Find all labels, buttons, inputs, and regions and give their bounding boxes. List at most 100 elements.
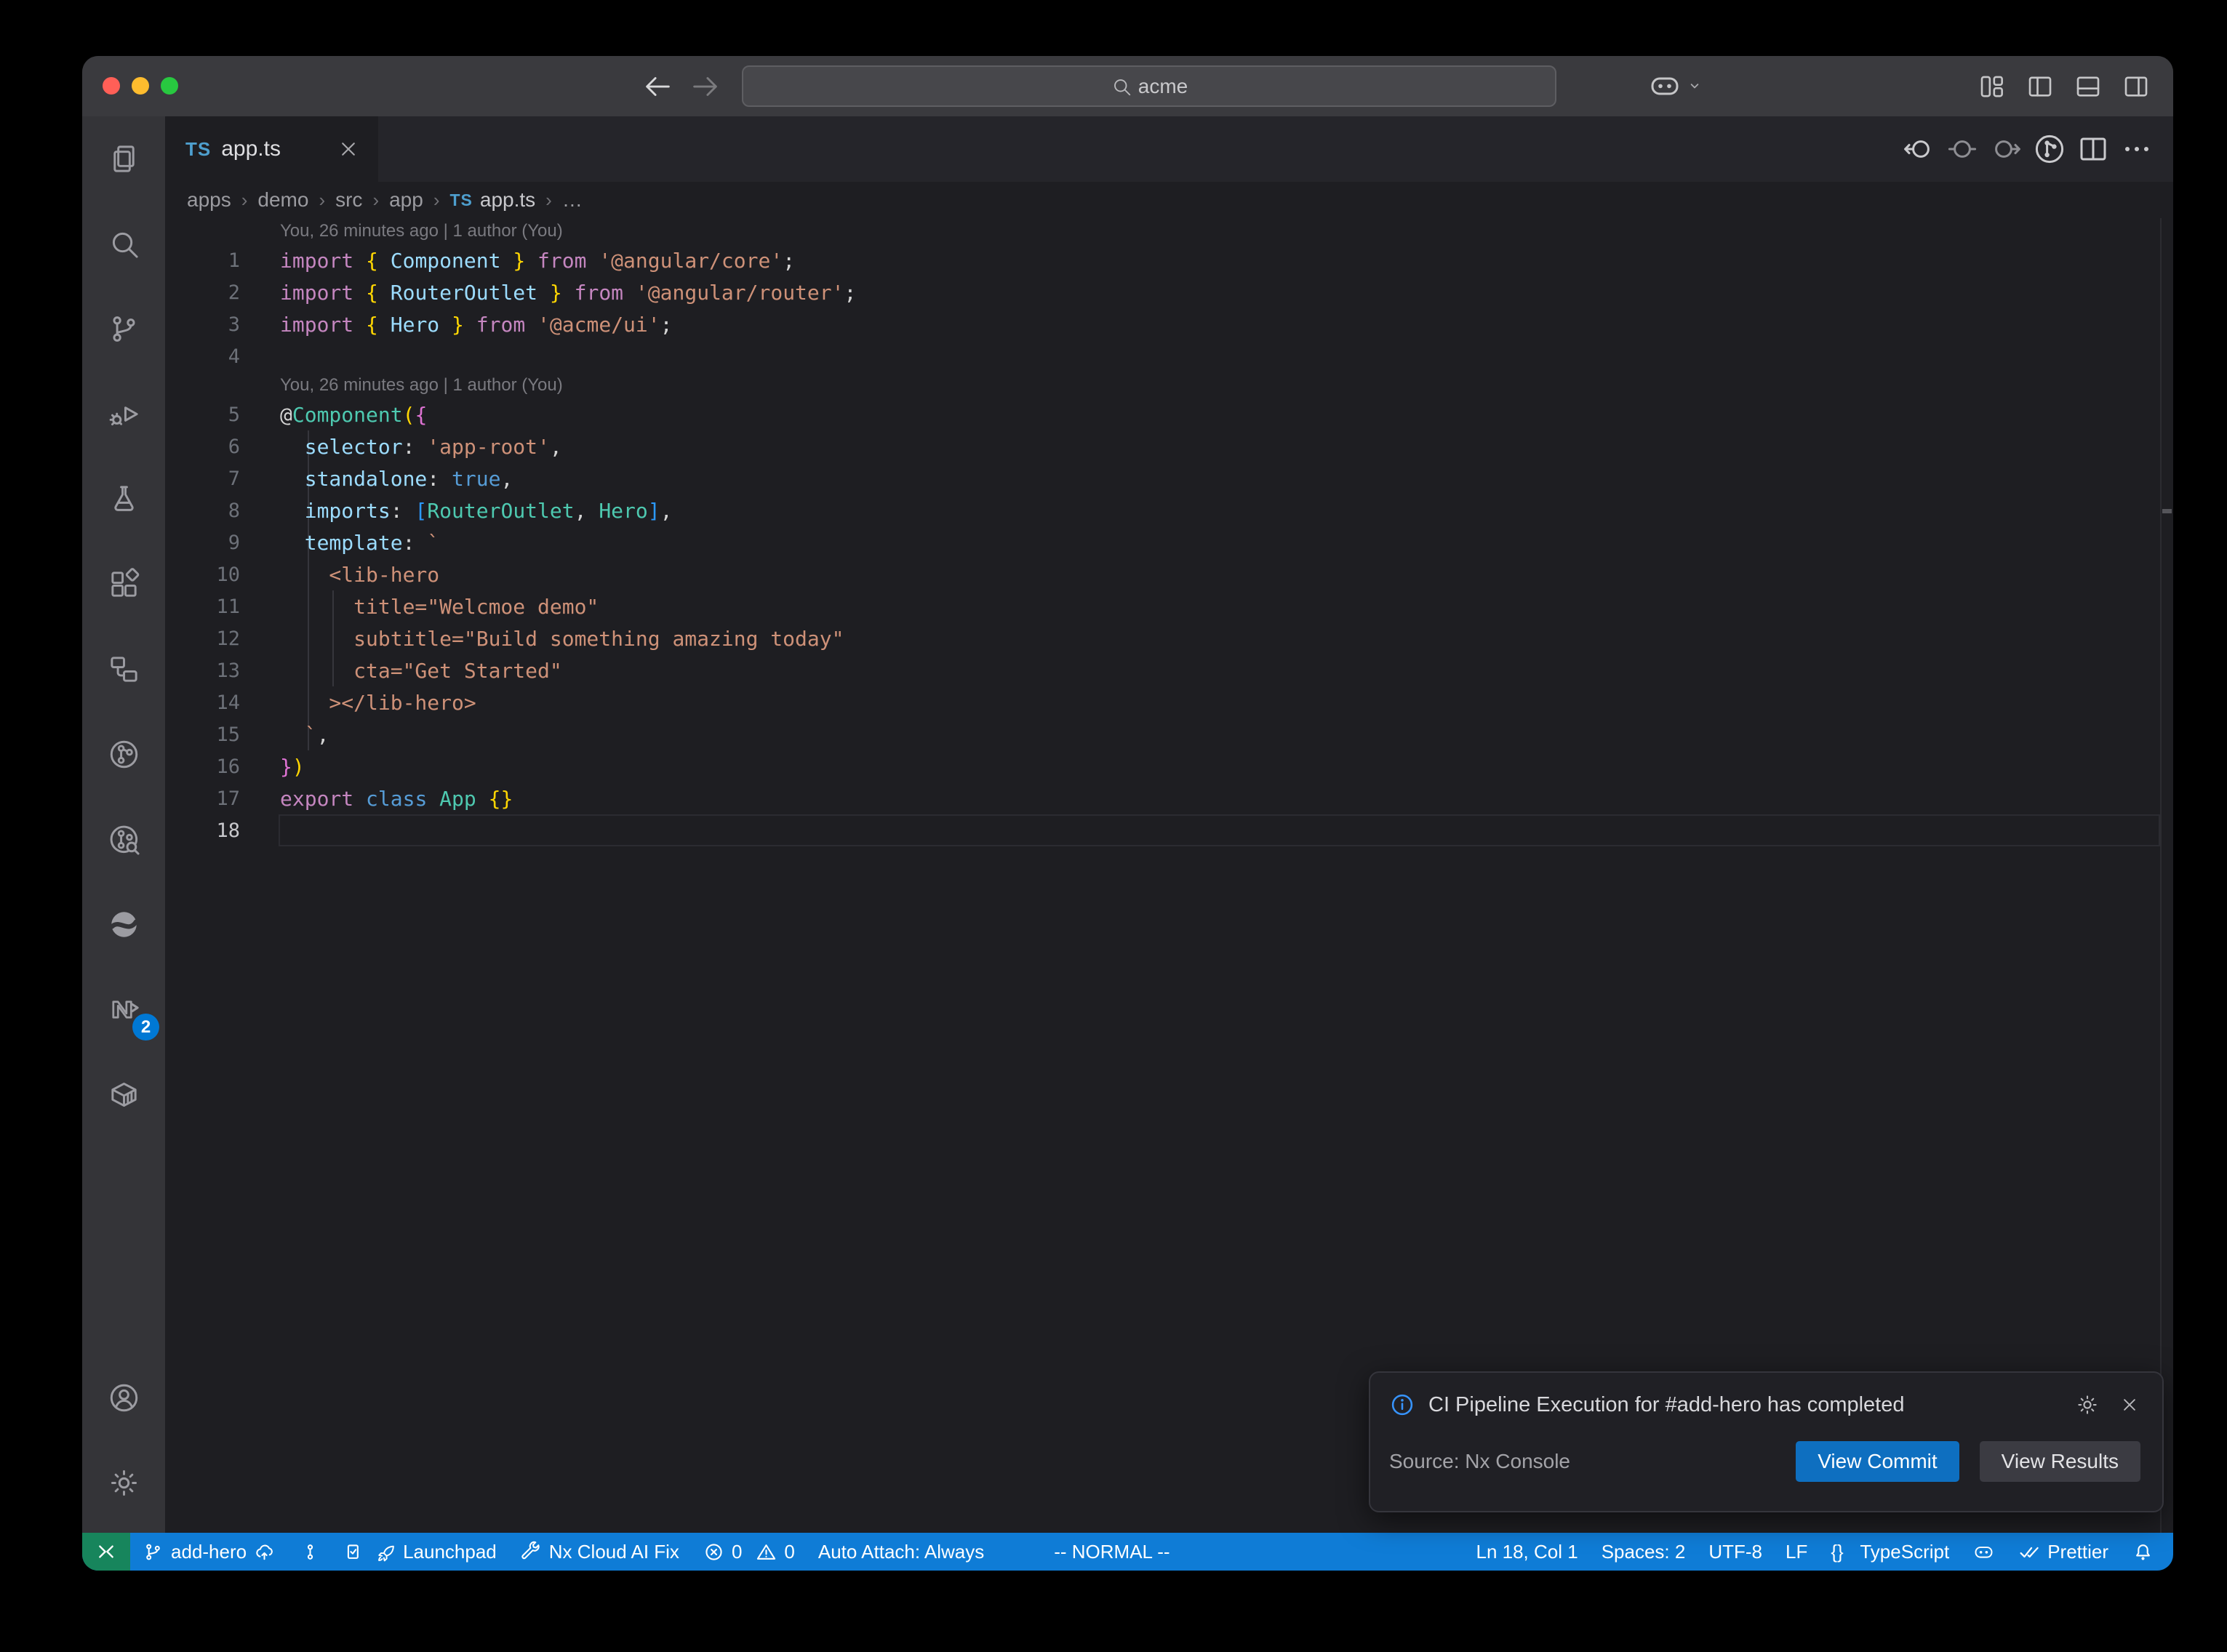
editor-scrollbar[interactable] xyxy=(2160,218,2173,1533)
customize-layout-icon[interactable] xyxy=(1977,71,2007,102)
code-line-2[interactable]: 2import { RouterOutlet } from '@angular/… xyxy=(165,276,2173,308)
activity-run-debug[interactable] xyxy=(82,372,165,457)
status-branch[interactable]: add-hero xyxy=(130,1533,287,1571)
activity-dev-container[interactable] xyxy=(82,1052,165,1137)
status-label: add-hero xyxy=(171,1541,247,1563)
previous-change-icon[interactable] xyxy=(1901,132,1936,167)
activity-nx-cloud[interactable] xyxy=(82,882,165,967)
code-line-5[interactable]: 5@Component({ xyxy=(165,398,2173,430)
status-notifications[interactable] xyxy=(2120,1533,2166,1571)
code-line-7[interactable]: 7 standalone: true, xyxy=(165,462,2173,494)
code-line-10[interactable]: 10 <lib-hero xyxy=(165,558,2173,590)
gitlens-inspect-icon xyxy=(107,822,141,857)
chevron-right-icon: › xyxy=(231,189,258,212)
account-icon xyxy=(107,1381,141,1415)
tab-app-ts[interactable]: TS app.ts xyxy=(165,116,378,182)
status-warnings[interactable]: 0 xyxy=(753,1533,806,1571)
go-forward-icon[interactable] xyxy=(689,70,722,103)
breadcrumb-more[interactable]: … xyxy=(562,188,583,212)
code-line-6[interactable]: 6 selector: 'app-root', xyxy=(165,430,2173,462)
change-icon[interactable] xyxy=(1945,132,1980,167)
code-line-15[interactable]: 15 `, xyxy=(165,718,2173,750)
status-eol[interactable]: LF xyxy=(1774,1533,1819,1571)
code-line-8[interactable]: 8 imports: [RouterOutlet, Hero], xyxy=(165,494,2173,526)
code-line-17[interactable]: 17export class App {} xyxy=(165,782,2173,814)
blame-annotation[interactable]: You, 26 minutes ago | 1 author (You) xyxy=(165,218,2173,244)
layout-panel-icon[interactable] xyxy=(2073,71,2103,102)
more-actions-icon[interactable] xyxy=(2119,132,2154,167)
status-prettier[interactable]: Prettier xyxy=(2007,1533,2120,1571)
status-cursor-position[interactable]: Ln 18, Col 1 xyxy=(1464,1533,1589,1571)
breadcrumb-item[interactable]: demo xyxy=(257,188,308,212)
next-change-icon[interactable] xyxy=(1988,132,2023,167)
code-text: ></lib-hero> xyxy=(280,691,476,715)
activity-gitlens-inspect[interactable] xyxy=(82,797,165,882)
typescript-file-icon: TS xyxy=(185,138,211,161)
go-back-icon[interactable] xyxy=(641,70,674,103)
breadcrumb-item[interactable]: src xyxy=(335,188,362,212)
breadcrumb-file[interactable]: app.ts xyxy=(480,188,535,212)
activity-search[interactable] xyxy=(82,201,165,286)
nx-graph-icon[interactable] xyxy=(2032,132,2067,167)
code-line-4[interactable]: 4 xyxy=(165,340,2173,372)
close-window-button[interactable] xyxy=(103,77,120,95)
activity-nx-console[interactable]: 2 xyxy=(82,967,165,1052)
status-vim-mode[interactable]: -- NORMAL -- xyxy=(1042,1533,1181,1571)
status-auto-attach[interactable]: Auto Attach: Always xyxy=(807,1533,996,1571)
activity-extensions[interactable] xyxy=(82,542,165,627)
vscode-window: acme 2 TS app.ts apps›dem xyxy=(82,56,2173,1571)
close-tab-icon[interactable] xyxy=(336,137,361,161)
notification-settings-icon[interactable] xyxy=(2075,1392,2100,1417)
code-text: selector: 'app-root', xyxy=(280,435,562,459)
chevron-right-icon: › xyxy=(362,189,389,212)
status-launchpad[interactable]: Launchpad xyxy=(333,1533,508,1571)
code-editor[interactable]: You, 26 minutes ago | 1 author (You)1imp… xyxy=(165,218,2173,1533)
remote-icon xyxy=(95,1540,118,1563)
copilot-menu[interactable] xyxy=(1647,68,1706,103)
code-line-11[interactable]: 11 title="Welcmoe demo" xyxy=(165,590,2173,622)
activity-testing[interactable] xyxy=(82,457,165,542)
command-center-search[interactable]: acme xyxy=(742,65,1556,107)
status-nx-cloud-ai-fix[interactable]: Nx Cloud AI Fix xyxy=(508,1533,691,1571)
status-encoding[interactable]: UTF-8 xyxy=(1697,1533,1774,1571)
maximize-window-button[interactable] xyxy=(161,77,178,95)
split-editor-icon[interactable] xyxy=(2076,132,2111,167)
dev-container-icon xyxy=(107,1078,141,1112)
code-line-16[interactable]: 16}) xyxy=(165,750,2173,782)
status-indentation[interactable]: Spaces: 2 xyxy=(1590,1533,1698,1571)
breadcrumb-item[interactable]: app xyxy=(389,188,423,212)
code-line-1[interactable]: 1import { Component } from '@angular/cor… xyxy=(165,244,2173,276)
activity-explorer[interactable] xyxy=(82,116,165,201)
remote-indicator[interactable] xyxy=(82,1533,130,1571)
code-text: standalone: true, xyxy=(280,467,513,491)
activity-account[interactable] xyxy=(82,1355,165,1440)
code-line-3[interactable]: 3import { Hero } from '@acme/ui'; xyxy=(165,308,2173,340)
code-line-12[interactable]: 12 subtitle="Build something amazing tod… xyxy=(165,622,2173,654)
status-copilot-status[interactable] xyxy=(1961,1533,2007,1571)
view-results-button[interactable]: View Results xyxy=(1980,1441,2140,1482)
close-notification-icon[interactable] xyxy=(2119,1394,2140,1416)
status-errors[interactable]: 0 xyxy=(691,1533,753,1571)
status-commit-graph[interactable] xyxy=(287,1533,333,1571)
activity-gitlens[interactable] xyxy=(82,712,165,797)
window-controls xyxy=(103,77,178,95)
activity-settings[interactable] xyxy=(82,1440,165,1525)
code-line-14[interactable]: 14 ></lib-hero> xyxy=(165,686,2173,718)
minimize-window-button[interactable] xyxy=(132,77,149,95)
code-line-9[interactable]: 9 template: ` xyxy=(165,526,2173,558)
layout-sidebar-right-icon[interactable] xyxy=(2121,71,2151,102)
code-line-18[interactable]: 18 xyxy=(165,814,2173,846)
layout-sidebar-left-icon[interactable] xyxy=(2025,71,2055,102)
code-line-13[interactable]: 13 cta="Get Started" xyxy=(165,654,2173,686)
view-commit-button[interactable]: View Commit xyxy=(1796,1441,1959,1482)
line-number: 6 xyxy=(165,436,240,458)
status-language-mode[interactable]: {}TypeScript xyxy=(1819,1533,1961,1571)
explorer-icon xyxy=(107,142,141,176)
breadcrumb-item[interactable]: apps xyxy=(187,188,231,212)
blame-text: You, 26 minutes ago | 1 author (You) xyxy=(280,375,563,396)
rocket-icon xyxy=(374,1541,396,1563)
blame-annotation[interactable]: You, 26 minutes ago | 1 author (You) xyxy=(165,372,2173,398)
activity-source-control[interactable] xyxy=(82,286,165,372)
toast-source: Source: Nx Console xyxy=(1389,1450,1796,1473)
activity-references[interactable] xyxy=(82,627,165,712)
